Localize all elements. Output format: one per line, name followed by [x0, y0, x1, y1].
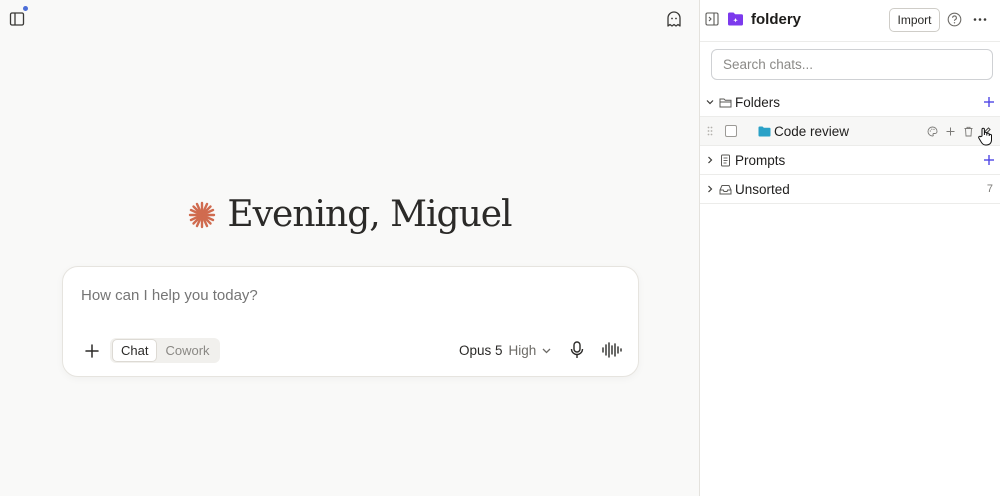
- composer: Chat Cowork Opus 5 High: [62, 266, 639, 377]
- inbox-icon: [719, 184, 732, 194]
- chat-main: Evening, Miguel Chat Cowork Opus 5 High: [0, 0, 699, 496]
- chevron-right-icon[interactable]: [706, 185, 714, 193]
- brand-name: foldery: [751, 11, 802, 28]
- sidebar-toggle-icon[interactable]: [9, 11, 25, 27]
- spark-icon: [189, 201, 216, 228]
- add-chat-icon[interactable]: [945, 126, 956, 137]
- folders-label: Folders: [735, 94, 781, 110]
- folders-section-header[interactable]: Folders: [700, 88, 1000, 117]
- add-folder-icon[interactable]: [983, 96, 995, 108]
- chevron-down-icon[interactable]: [706, 98, 714, 106]
- folder-name: Code review: [774, 123, 850, 139]
- brand-folder-icon: [728, 12, 743, 26]
- search-chats-input[interactable]: [711, 49, 993, 80]
- plus-icon[interactable]: [83, 342, 101, 360]
- mic-icon[interactable]: [569, 341, 585, 359]
- hand-cursor-icon: [978, 127, 992, 146]
- prompts-section-header[interactable]: Prompts: [700, 146, 1000, 175]
- message-input[interactable]: [81, 287, 601, 304]
- import-button[interactable]: Import: [889, 8, 940, 32]
- chevron-down-icon: [542, 348, 551, 353]
- unsorted-label: Unsorted: [735, 181, 790, 197]
- document-icon: [721, 154, 730, 166]
- model-name: Opus 5: [459, 343, 503, 358]
- unsorted-count: 7: [986, 183, 993, 195]
- collapse-panel-icon[interactable]: [705, 12, 719, 26]
- mode-cowork-button[interactable]: Cowork: [157, 340, 217, 361]
- model-effort: High: [508, 343, 537, 358]
- mode-toggle: Chat Cowork: [110, 338, 220, 363]
- folder-item[interactable]: Code review: [700, 117, 1000, 146]
- mode-chat-button[interactable]: Chat: [112, 339, 158, 362]
- folder-icon: [758, 126, 771, 136]
- greeting-text: Evening, Miguel: [227, 194, 512, 235]
- folder-checkbox[interactable]: [725, 125, 737, 137]
- help-icon[interactable]: [947, 12, 962, 27]
- notification-dot: [23, 6, 28, 11]
- more-icon[interactable]: [972, 12, 988, 27]
- panel-header: foldery Import: [700, 0, 1000, 42]
- ghost-icon[interactable]: [665, 10, 683, 28]
- palette-icon[interactable]: [927, 126, 938, 137]
- foldery-panel: foldery Import Folders: [699, 0, 1000, 496]
- unsorted-section-header[interactable]: Unsorted 7: [700, 175, 1000, 204]
- voice-wave-icon[interactable]: [601, 341, 623, 359]
- trash-icon[interactable]: [963, 126, 974, 137]
- drag-handle-icon[interactable]: [707, 126, 713, 136]
- chevron-right-icon[interactable]: [706, 156, 714, 164]
- folder-outline-icon: [719, 98, 732, 107]
- add-prompt-icon[interactable]: [983, 154, 995, 166]
- prompts-label: Prompts: [735, 152, 786, 168]
- greeting: Evening, Miguel: [0, 194, 699, 235]
- model-picker[interactable]: Opus 5 High: [459, 343, 551, 358]
